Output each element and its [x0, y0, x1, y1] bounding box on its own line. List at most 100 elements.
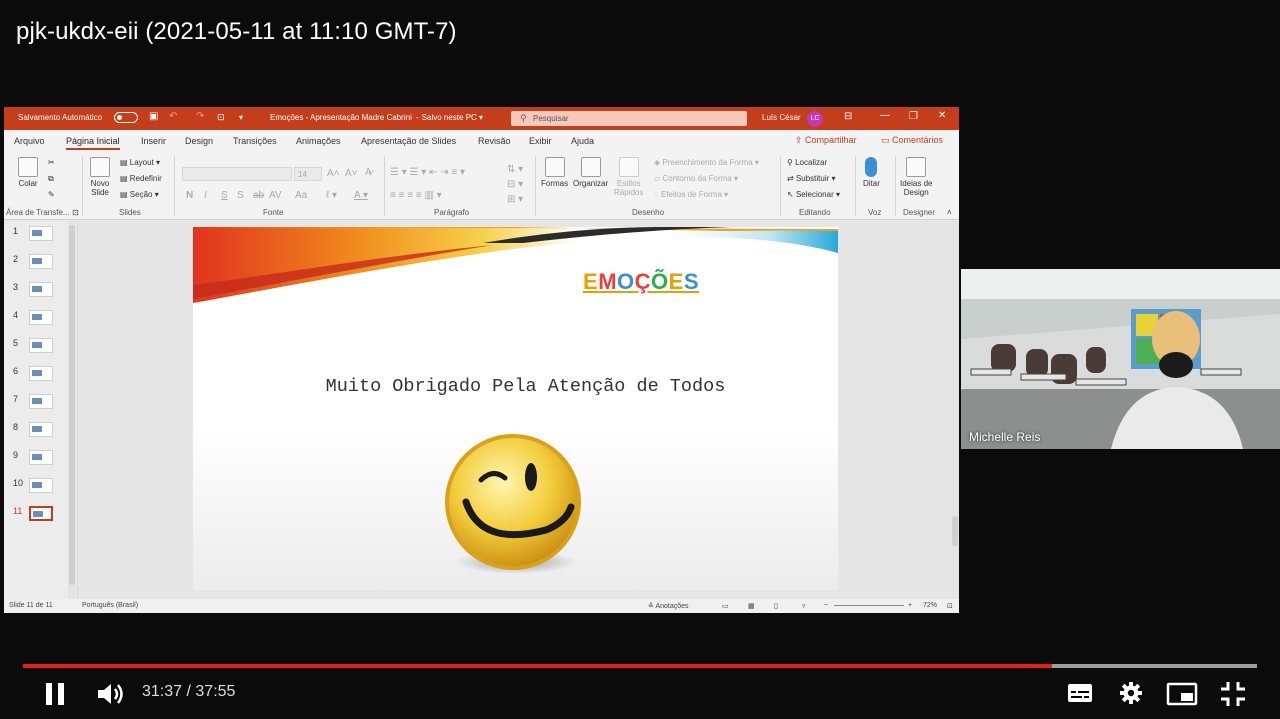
tab-pagina-inicial[interactable]: Página Inicial — [66, 136, 120, 150]
underline-button[interactable]: S — [221, 190, 228, 201]
tab-exibir[interactable]: Exibir — [529, 136, 552, 146]
minimize-icon[interactable]: — — [880, 110, 890, 121]
char-spacing-icon[interactable]: AV — [269, 190, 282, 201]
tab-transicoes[interactable]: Transições — [233, 136, 277, 146]
select-button[interactable]: ↖ Selecionar ▾ — [787, 190, 840, 199]
replace-button[interactable]: ⇄ Substituir ▾ — [787, 174, 836, 183]
language-status[interactable]: Português (Brasil) — [82, 602, 138, 609]
seek-bar[interactable] — [23, 664, 1257, 668]
arrange-button[interactable]: Organizar — [573, 157, 608, 188]
zoom-level[interactable]: 72% — [923, 602, 937, 609]
tab-animacoes[interactable]: Animações — [296, 136, 341, 146]
settings-button[interactable] — [1119, 681, 1143, 710]
autosave-toggle[interactable] — [114, 112, 138, 123]
sorter-view-icon[interactable]: ▦ — [748, 602, 755, 610]
layout-button[interactable]: ▤ Layout ▾ — [120, 158, 160, 167]
ribbon-display-icon[interactable]: ⊟ — [844, 111, 852, 122]
notes-button[interactable]: ≙ Anotações — [648, 602, 689, 610]
find-button[interactable]: ⚲ Localizar — [787, 158, 827, 167]
bullets-icon[interactable]: ☰ ▾ ☰ ▾ ⇤ ⇥ ≡ ▾ — [390, 167, 465, 178]
smartart-icon[interactable]: ⊞ ▾ — [507, 194, 523, 205]
reset-button[interactable]: ▤ Redefinir — [120, 174, 162, 183]
change-case-icon[interactable]: Aa — [295, 190, 307, 201]
restore-icon[interactable]: ❐ — [909, 111, 918, 122]
slide-thumbnail[interactable]: 4 — [4, 308, 76, 332]
tab-arquivo[interactable]: Arquivo — [14, 136, 45, 146]
undo-icon[interactable]: ↶ — [169, 111, 177, 122]
pause-button[interactable] — [44, 681, 66, 712]
normal-view-icon[interactable]: ▭ — [722, 602, 729, 610]
font-size-field[interactable]: 14 — [294, 167, 322, 181]
format-painter-icon[interactable]: ✎ — [48, 190, 55, 199]
exit-fullscreen-button[interactable] — [1220, 681, 1246, 712]
slide-thumbnail[interactable]: 6 — [4, 364, 76, 388]
slide-title: EMOÇÕES — [583, 269, 700, 294]
highlight-icon[interactable]: ℓ ▾ — [326, 190, 337, 201]
copy-icon[interactable]: ⧉ — [48, 174, 54, 184]
paste-button[interactable]: Colar — [18, 157, 38, 188]
slide-canvas[interactable]: EMOÇÕES Muito Obrigado Pela Atenção de T… — [193, 227, 838, 590]
shape-fill-button[interactable]: ◈ Preenchimento da Forma ▾ — [654, 158, 759, 167]
align-text-icon[interactable]: ⊟ ▾ — [507, 179, 523, 190]
tab-inserir[interactable]: Inserir — [141, 136, 166, 146]
quick-styles-button[interactable]: Estilos Rápidos — [614, 157, 643, 197]
slide-thumbnail[interactable]: 1 — [4, 224, 76, 248]
shadow-button[interactable]: S — [237, 190, 244, 201]
search-input[interactable]: ⚲ Pesquisar — [511, 111, 747, 126]
text-direction-icon[interactable]: ⇅ ▾ — [507, 164, 523, 175]
clear-format-icon[interactable]: A̷ — [365, 167, 372, 178]
autosave-label: Salvamento Automático — [18, 113, 103, 122]
italic-button[interactable]: I — [204, 190, 207, 201]
ppt-workspace: 1 2 3 4 5 6 7 8 9 10 11 EMOÇÕES Muito Ob… — [4, 221, 959, 599]
presenter-icon[interactable]: ⊡ — [217, 112, 225, 123]
tab-design[interactable]: Design — [185, 136, 213, 146]
bold-button[interactable]: N — [186, 190, 193, 201]
shape-outline-button[interactable]: ▱ Contorno da Forma ▾ — [654, 174, 738, 183]
design-ideas-button[interactable]: Ideias de Design — [900, 157, 932, 197]
grow-font-icon[interactable]: A˄ — [327, 168, 340, 179]
section-button[interactable]: ▤ Seção ▾ — [120, 190, 159, 199]
tab-revisao[interactable]: Revisão — [478, 136, 511, 146]
collapse-ribbon-icon[interactable]: ˄ — [947, 208, 952, 217]
dictate-button[interactable]: Ditar — [863, 157, 880, 188]
clipboard-launcher-icon[interactable]: ⊡ — [72, 208, 79, 217]
reading-view-icon[interactable]: ▯ — [774, 602, 778, 610]
close-icon[interactable]: ✕ — [938, 110, 946, 121]
font-color-icon[interactable]: A ▾ — [354, 190, 368, 201]
shapes-button[interactable]: Formas — [541, 157, 568, 188]
shape-effects-button[interactable]: ◌ Efeitos de Forma ▾ — [654, 190, 728, 199]
redo-icon[interactable]: ↷ — [196, 111, 204, 122]
saved-status[interactable]: - Salvo neste PC ▾ — [416, 113, 483, 122]
miniplayer-button[interactable] — [1166, 682, 1198, 711]
zoom-slider[interactable] — [834, 605, 904, 606]
fit-slide-icon[interactable]: ⊡ — [947, 602, 953, 610]
slide-scrollbar[interactable] — [951, 221, 959, 599]
align-icons[interactable]: ≡ ≡ ≡ ≡ ▥ ▾ — [390, 190, 442, 201]
font-name-field[interactable] — [182, 167, 292, 181]
avatar[interactable]: LC — [807, 111, 823, 127]
share-button[interactable]: ⇪ Compartilhar — [795, 135, 857, 146]
strikethrough-icon[interactable]: ab — [253, 190, 264, 201]
video-player[interactable]: pjk-ukdx-eii (2021-05-11 at 11:10 GMT-7)… — [0, 0, 1280, 719]
cut-icon[interactable]: ✂ — [48, 158, 55, 167]
quick-access-dropdown-icon[interactable]: ▾ — [239, 113, 243, 122]
slide-thumbnail-active[interactable]: 11 — [4, 504, 76, 528]
slide-thumbnail[interactable]: 2 — [4, 252, 76, 276]
slideshow-view-icon[interactable]: ▿ — [802, 602, 806, 610]
zoom-in-icon[interactable]: + — [908, 602, 912, 609]
new-slide-button[interactable]: Novo Slide — [90, 157, 110, 197]
tab-apresentacao[interactable]: Apresentação de Slides — [361, 136, 456, 146]
slide-thumbnail[interactable]: 3 — [4, 280, 76, 304]
slide-thumbnail[interactable]: 10 — [4, 476, 76, 500]
mute-button[interactable] — [96, 681, 126, 712]
comments-button[interactable]: ▭ Comentários — [881, 135, 943, 146]
zoom-out-icon[interactable]: − — [824, 602, 828, 609]
save-icon[interactable]: ▣ — [149, 111, 158, 122]
slide-thumbnail[interactable]: 7 — [4, 392, 76, 416]
slide-thumbnail[interactable]: 9 — [4, 448, 76, 472]
slide-thumbnail[interactable]: 5 — [4, 336, 76, 360]
tab-ajuda[interactable]: Ajuda — [571, 136, 594, 146]
subtitles-button[interactable] — [1067, 682, 1093, 709]
slide-thumbnail[interactable]: 8 — [4, 420, 76, 444]
shrink-font-icon[interactable]: A˅ — [345, 168, 358, 179]
